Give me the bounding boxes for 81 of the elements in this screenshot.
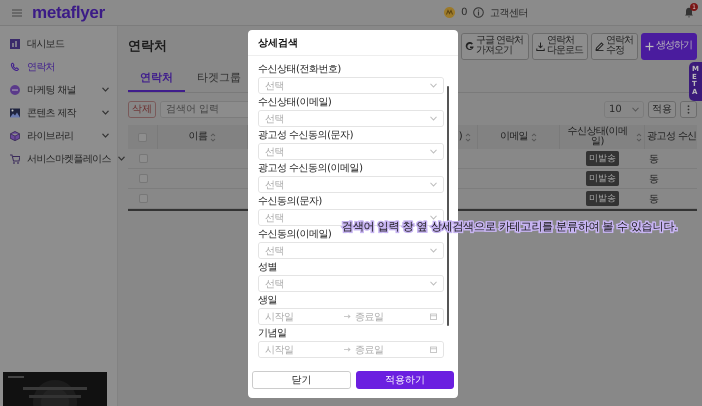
create-button[interactable]: 생성하기 xyxy=(641,32,697,60)
select-field[interactable]: 선택 xyxy=(258,176,444,193)
sidebar-item[interactable]: 대시보드 xyxy=(0,34,117,53)
close-button[interactable]: 닫기 xyxy=(252,371,350,389)
sort-icon[interactable] xyxy=(636,132,642,142)
google-button[interactable]: 구글 연락처 가져오기 xyxy=(461,32,529,60)
download-icon xyxy=(536,42,545,50)
calendar-icon xyxy=(430,313,437,320)
sort-icon[interactable] xyxy=(531,132,538,142)
chart-icon xyxy=(10,38,20,48)
edit-button[interactable]: 연락처 수정 xyxy=(591,32,638,60)
menu-icon[interactable] xyxy=(12,8,22,16)
chevron-down-icon xyxy=(430,182,437,187)
download-button[interactable]: 연락처 다운로드 xyxy=(532,32,588,60)
sidebar-item[interactable]: 마케팅 채널 xyxy=(0,80,117,99)
column-header[interactable]: 이메일 xyxy=(500,132,528,142)
cart-icon xyxy=(10,154,20,164)
tab[interactable]: 타겟그룹 xyxy=(185,66,253,92)
arrow-right-icon xyxy=(344,347,351,352)
select-field[interactable]: 선택 xyxy=(258,143,444,160)
delete-button[interactable]: 삭제 xyxy=(128,100,156,118)
chevron-down-icon xyxy=(430,248,437,253)
chat-icon xyxy=(10,84,20,94)
more-button[interactable] xyxy=(680,100,697,118)
select-field[interactable]: 선택 xyxy=(258,275,444,292)
field-label: 광고성 수신동의(문자) xyxy=(258,130,354,142)
date-range-field[interactable]: 시작일 종료일 xyxy=(258,308,444,325)
logo[interactable]: metaflyer xyxy=(32,2,105,22)
sidebar-item[interactable]: 콘텐츠 제작 xyxy=(0,103,117,122)
sidebar-item[interactable]: 연락처 xyxy=(0,57,117,76)
select-field[interactable]: 선택 xyxy=(258,77,444,94)
chevron-down-icon xyxy=(430,149,437,154)
bell-icon[interactable] xyxy=(684,7,694,18)
table-cell-text: 동 xyxy=(649,152,659,166)
chevron-down-icon xyxy=(430,215,437,220)
select-field[interactable]: 선택 xyxy=(258,110,444,127)
sidebar-item[interactable]: 서비스마켓플레이스 xyxy=(0,149,117,168)
apply-button[interactable]: 적용 xyxy=(648,100,676,118)
plus-icon xyxy=(645,42,654,50)
calendar-icon xyxy=(430,346,437,353)
chevron-down-icon xyxy=(632,106,639,112)
sort-icon[interactable] xyxy=(210,132,216,142)
image-icon xyxy=(10,108,20,118)
field-label: 수신상태(전화번호) xyxy=(258,64,342,76)
page-size-select[interactable]: 10 xyxy=(604,100,644,118)
help-center-link[interactable]: 고객센터 xyxy=(490,6,528,20)
field-label: 수신동의(문자) xyxy=(258,196,323,208)
phone-icon xyxy=(10,62,20,72)
table-cell-text: 동 xyxy=(649,192,659,206)
sort-icon[interactable] xyxy=(465,132,471,142)
more-icon xyxy=(687,104,690,114)
coin-icon xyxy=(444,7,456,18)
arrow-right-icon xyxy=(344,314,351,319)
sidebar-item[interactable]: 라이브러리 xyxy=(0,126,117,145)
page-title: 연락처 xyxy=(128,38,167,55)
chevron-down-icon xyxy=(430,281,437,286)
pencil-icon xyxy=(595,42,604,50)
field-label: 수신상태(이메일) xyxy=(258,97,332,109)
dialog-title: 상세검색 xyxy=(248,30,458,56)
cube-icon xyxy=(10,130,20,140)
status-badge: 미발송 xyxy=(586,191,619,206)
field-label: 성별 xyxy=(258,262,278,274)
tab[interactable]: 연락처 xyxy=(128,66,185,92)
status-badge: 미발송 xyxy=(586,171,619,186)
google-icon xyxy=(465,42,474,50)
field-label: 수신동의(이메일) xyxy=(258,229,332,241)
field-label: 생일 xyxy=(258,295,278,307)
field-label: 기념일 xyxy=(258,328,288,340)
column-header[interactable]: ) xyxy=(458,132,462,142)
select-field[interactable]: 선택 xyxy=(258,242,444,259)
points-count: 0 xyxy=(461,7,467,18)
chevron-down-icon xyxy=(430,116,437,121)
chevron-down-icon xyxy=(430,83,437,88)
info-icon[interactable] xyxy=(473,7,484,18)
apply-button[interactable]: 적용하기 xyxy=(356,371,454,389)
field-label: 광고성 수신동의(이메일) xyxy=(258,163,364,175)
scrollbar[interactable] xyxy=(447,86,449,326)
column-header[interactable]: 이름 xyxy=(188,132,208,142)
table-cell-text: 동 xyxy=(649,172,659,186)
date-range-field[interactable]: 시작일 종료일 xyxy=(258,341,444,358)
status-badge: 미발송 xyxy=(586,151,619,166)
